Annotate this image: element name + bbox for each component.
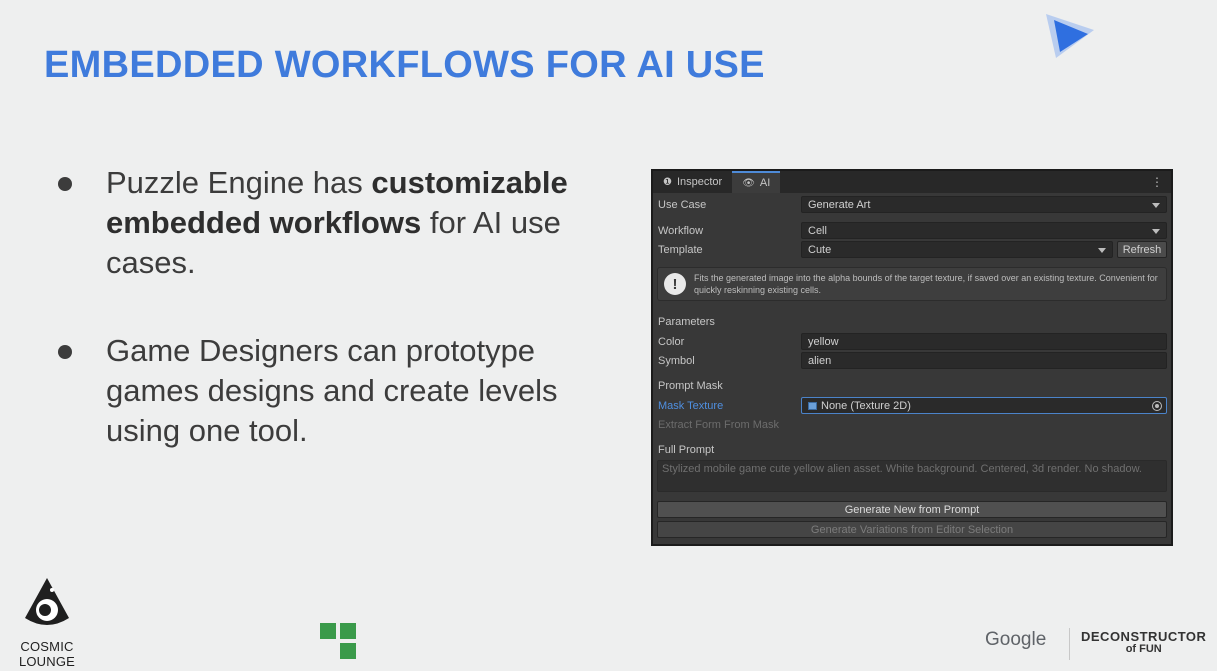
- prompt-mask-header: Prompt Mask: [658, 380, 723, 392]
- tab-ai[interactable]: 👁 AI: [732, 171, 781, 193]
- green-blocks-logo-icon: [320, 623, 356, 659]
- workflow-label: Workflow: [658, 224, 704, 237]
- bullet-list: Puzzle Engine has customizable embedded …: [58, 163, 598, 499]
- bullet-dot: [58, 177, 72, 191]
- tab-bar: ❶ Inspector 👁 AI ⋮: [653, 171, 1171, 193]
- cosmic-lounge-text-2: LOUNGE: [18, 654, 76, 669]
- bullet-text: Puzzle Engine has customizable embedded …: [106, 165, 568, 280]
- symbol-label: Symbol: [658, 354, 695, 367]
- object-picker-icon[interactable]: [1152, 401, 1162, 411]
- generate-variations-button[interactable]: Generate Variations from Editor Selectio…: [657, 521, 1167, 538]
- extract-form-label: Extract Form From Mask: [658, 418, 780, 431]
- parameters-header: Parameters: [658, 316, 715, 328]
- color-field[interactable]: yellow: [801, 333, 1167, 350]
- bullet-item: Puzzle Engine has customizable embedded …: [58, 163, 598, 283]
- slide-title: EMBEDDED WORKFLOWS FOR AI USE: [44, 44, 765, 86]
- cosmic-lounge-text-1: COSMIC: [20, 639, 74, 654]
- color-label: Color: [658, 335, 685, 348]
- mask-texture-field[interactable]: None (Texture 2D): [801, 397, 1167, 414]
- dof-line2: of FUN: [1125, 643, 1162, 655]
- tab-inspector[interactable]: ❶ Inspector: [653, 171, 732, 193]
- refresh-button[interactable]: Refresh: [1117, 241, 1167, 258]
- use-case-dropdown[interactable]: Generate Art: [801, 196, 1167, 213]
- bullet-item: Game Designers can prototype games desig…: [58, 331, 598, 451]
- workflow-dropdown[interactable]: Cell: [801, 222, 1167, 239]
- template-dropdown[interactable]: Cute: [801, 241, 1113, 258]
- dof-line1: DECONSTRUCTOR: [1081, 629, 1207, 644]
- color-row: Color yellow: [657, 333, 1167, 350]
- template-row: Template Cute Refresh: [657, 241, 1167, 258]
- mask-texture-row: Mask Texture None (Texture 2D): [657, 397, 1167, 414]
- play-logo-icon: [1046, 14, 1094, 58]
- help-text: Fits the generated image into the alpha …: [694, 273, 1158, 295]
- mask-texture-label: Mask Texture: [658, 399, 724, 412]
- generate-new-button[interactable]: Generate New from Prompt: [657, 501, 1167, 518]
- full-prompt-header: Full Prompt: [658, 444, 715, 456]
- symbol-row: Symbol alien: [657, 352, 1167, 369]
- bullet-text: Game Designers can prototype games desig…: [106, 333, 558, 448]
- workflow-row: Workflow Cell: [657, 222, 1167, 239]
- symbol-field[interactable]: alien: [801, 352, 1167, 369]
- mask-texture-value: None (Texture 2D): [821, 399, 911, 412]
- full-prompt-textarea[interactable]: Stylized mobile game cute yellow alien a…: [657, 460, 1167, 492]
- extract-row: Extract Form From Mask: [657, 416, 1167, 433]
- cosmic-lounge-icon: [25, 578, 69, 625]
- cosmic-lounge-logo: COSMIC LOUNGE: [14, 576, 80, 669]
- texture-icon: [808, 401, 817, 410]
- tab-label: Inspector: [676, 176, 723, 188]
- bullet-dot: [58, 345, 72, 359]
- deconstructor-of-fun-logo: DECONSTRUCTOR of FUN: [1081, 629, 1206, 655]
- google-logo: Google: [985, 629, 1047, 650]
- use-case-row: Use Case Generate Art: [657, 196, 1167, 213]
- use-case-label: Use Case: [658, 198, 707, 211]
- warning-icon: !: [664, 273, 686, 295]
- eye-icon: 👁: [742, 177, 755, 189]
- info-icon: ❶: [663, 176, 672, 188]
- help-box: ! Fits the generated image into the alph…: [657, 267, 1167, 301]
- template-label: Template: [658, 243, 703, 256]
- tab-label: AI: [759, 177, 771, 189]
- footer-divider: [1069, 628, 1070, 660]
- inspector-panel: ❶ Inspector 👁 AI ⋮ Use Case Generate Art…: [651, 169, 1173, 546]
- more-options-icon[interactable]: ⋮: [1151, 175, 1163, 189]
